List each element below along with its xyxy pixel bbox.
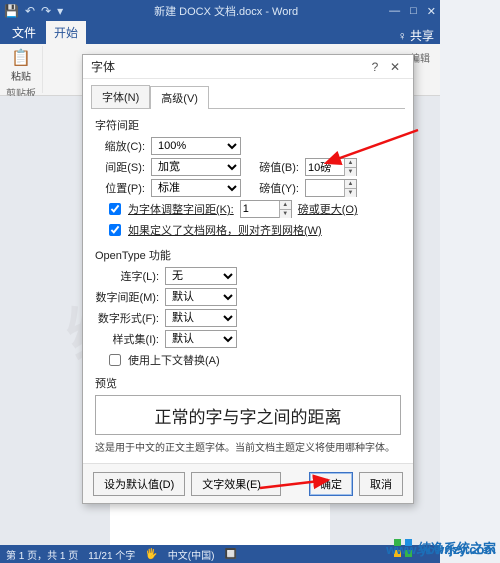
tab-font-basic[interactable]: 字体(N) xyxy=(91,85,150,108)
numform-select[interactable]: 默认 xyxy=(165,309,237,327)
position-label: 位置(P): xyxy=(95,180,145,196)
numspacing-label: 数字间距(M): xyxy=(95,289,159,305)
spacing-label: 间距(S): xyxy=(95,159,145,175)
kerning-check-input[interactable] xyxy=(109,203,121,215)
paste-button[interactable]: 📋 粘贴 xyxy=(11,48,31,83)
kerning-pt-input[interactable]: ▲▼ xyxy=(240,200,292,218)
ligature-select[interactable]: 无 xyxy=(165,267,237,285)
spacing-pt-field[interactable] xyxy=(306,159,344,175)
brand-url: www.ycwrjzy.com xyxy=(386,542,496,557)
status-wordcount[interactable]: 11/21 个字 xyxy=(88,547,135,562)
text-effects-button[interactable]: 文字效果(E)... xyxy=(191,472,281,496)
save-icon[interactable]: 💾 xyxy=(4,4,19,18)
status-proof-icon[interactable]: 🖐 xyxy=(145,549,157,560)
titlebar: 💾 ↶ ↷ ▾ 新建 DOCX 文档.docx - Word — □ ✕ xyxy=(0,0,440,22)
spin-down-icon[interactable]: ▼ xyxy=(344,168,356,176)
scale-label: 缩放(C): xyxy=(95,138,145,154)
contextual-label: 使用上下文替换(A) xyxy=(128,352,220,368)
statusbar: 第 1 页，共 1 页 11/21 个字 🖐 中文(中国) 🔲 xyxy=(0,545,440,563)
spin-down-icon[interactable]: ▼ xyxy=(279,210,291,218)
spin-up-icon[interactable]: ▲ xyxy=(344,180,356,189)
tab-home[interactable]: 开始 xyxy=(46,21,86,44)
preview-hint: 这是用于中文的正文主题字体。当前文档主题定义将使用哪种字体。 xyxy=(95,439,401,454)
styleset-select[interactable]: 默认 xyxy=(165,330,237,348)
dialog-close-icon[interactable]: ✕ xyxy=(385,60,405,74)
spacing-pt-input[interactable]: ▲▼ xyxy=(305,158,357,176)
minimize-icon[interactable]: — xyxy=(389,5,400,18)
kerning-suffix: 磅或更大(O) xyxy=(298,201,358,217)
cancel-button[interactable]: 取消 xyxy=(359,472,403,496)
paste-icon: 📋 xyxy=(11,48,31,68)
styleset-label: 样式集(I): xyxy=(95,331,159,347)
spin-up-icon[interactable]: ▲ xyxy=(344,159,356,168)
preview-box: 正常的字与字之间的距离 xyxy=(95,395,401,435)
position-select[interactable]: 标准 xyxy=(151,179,241,197)
maximize-icon[interactable]: □ xyxy=(410,5,417,18)
tab-file[interactable]: 文件 xyxy=(4,21,44,44)
close-window-icon[interactable]: ✕ xyxy=(427,5,436,18)
section-opentype: OpenType 功能 xyxy=(95,247,401,263)
status-insert-mode[interactable]: 🔲 xyxy=(224,549,236,560)
snapgrid-label: 如果定义了文档网格，则对齐到网格(W) xyxy=(128,222,322,238)
dialog-titlebar: 字体 ? ✕ xyxy=(83,55,413,79)
quick-access-toolbar: 💾 ↶ ↷ ▾ xyxy=(4,4,63,18)
dialog-buttons: 设为默认值(D) 文字效果(E)... 确定 取消 xyxy=(83,463,413,503)
snapgrid-checkbox[interactable]: 如果定义了文档网格，则对齐到网格(W) xyxy=(105,221,322,239)
kerning-pt-field[interactable] xyxy=(241,201,279,217)
spin-up-icon[interactable]: ▲ xyxy=(279,201,291,210)
section-char-spacing: 字符间距 xyxy=(95,117,401,133)
position-pt-input[interactable]: ▲▼ xyxy=(305,179,357,197)
redo-icon[interactable]: ↷ xyxy=(41,4,51,18)
section-preview: 预览 xyxy=(95,375,401,391)
undo-icon[interactable]: ↶ xyxy=(25,4,35,18)
numform-label: 数字形式(F): xyxy=(95,310,159,326)
ligature-label: 连字(L): xyxy=(95,268,159,284)
font-dialog: 字体 ? ✕ 字体(N) 高级(V) 字符间距 缩放(C): 100% 间距(S… xyxy=(82,54,414,504)
clipboard-group: 📋 粘贴 剪贴板 xyxy=(4,46,43,93)
ok-button[interactable]: 确定 xyxy=(309,472,353,496)
spacing-select[interactable]: 加宽 xyxy=(151,158,241,176)
share-button[interactable]: ♀ 共享 xyxy=(398,27,434,44)
status-language[interactable]: 中文(中国) xyxy=(168,547,215,562)
scale-select[interactable]: 100% xyxy=(151,137,241,155)
contextual-check-input[interactable] xyxy=(109,354,121,366)
numspacing-select[interactable]: 默认 xyxy=(165,288,237,306)
paste-label: 粘贴 xyxy=(11,68,31,83)
ribbon-tabs: 文件 开始 ♀ 共享 xyxy=(0,22,440,44)
kerning-checkbox[interactable]: 为字体调整字间距(K): xyxy=(105,200,234,218)
spacing-pt-label: 磅值(B): xyxy=(253,159,299,175)
position-pt-field[interactable] xyxy=(306,180,344,196)
dialog-tabs: 字体(N) 高级(V) xyxy=(83,79,413,108)
kerning-label: 为字体调整字间距(K): xyxy=(128,201,234,217)
set-default-button[interactable]: 设为默认值(D) xyxy=(93,472,185,496)
status-page[interactable]: 第 1 页，共 1 页 xyxy=(6,547,78,562)
position-pt-label: 磅值(Y): xyxy=(253,180,299,196)
snapgrid-check-input[interactable] xyxy=(109,224,121,236)
tab-font-advanced[interactable]: 高级(V) xyxy=(150,86,209,109)
dialog-help-icon[interactable]: ? xyxy=(365,60,385,74)
spin-down-icon[interactable]: ▼ xyxy=(344,189,356,197)
window-title: 新建 DOCX 文档.docx - Word xyxy=(63,3,389,19)
dialog-body: 字符间距 缩放(C): 100% 间距(S): 加宽 磅值(B): ▲▼ 位置(… xyxy=(83,109,413,463)
dialog-title: 字体 xyxy=(91,58,365,75)
contextual-checkbox[interactable]: 使用上下文替换(A) xyxy=(105,351,220,369)
